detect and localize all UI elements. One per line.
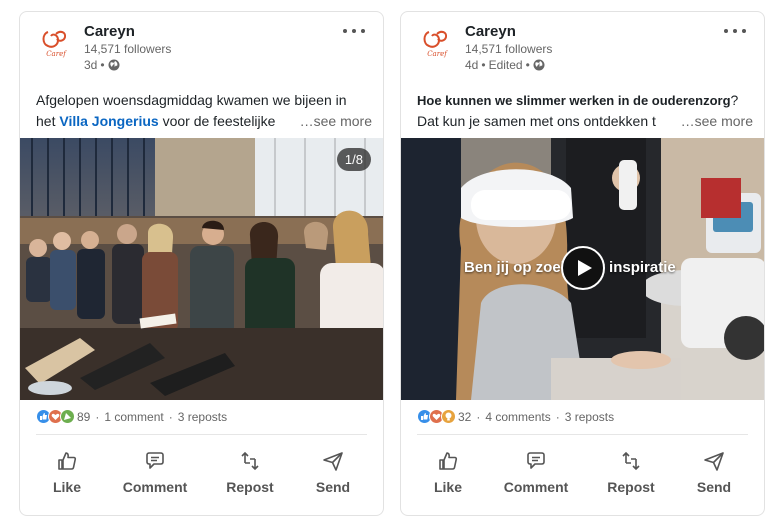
image-counter: 1/8 — [336, 148, 371, 171]
event-photo — [20, 138, 383, 400]
play-button[interactable] — [561, 246, 605, 290]
send-button[interactable]: Send — [290, 444, 376, 504]
divider — [36, 434, 367, 435]
send-button[interactable]: Send — [671, 444, 757, 504]
send-icon — [704, 452, 724, 471]
see-more-button[interactable]: …see more — [674, 111, 753, 132]
repost-label: Repost — [607, 479, 655, 495]
post-text-bold: Hoe kunnen we slimmer werken in de ouder… — [417, 93, 731, 108]
social-counts: 89 · 1 comment · 3 reposts — [36, 409, 227, 424]
post-text-line: Afgelopen woensdagmiddag kwamen we bijee… — [36, 92, 347, 108]
like-icon — [439, 452, 458, 470]
social-counts: 32 · 4 comments · 3 reposts — [417, 409, 614, 424]
see-more-button[interactable]: …see more — [293, 111, 372, 132]
author-name[interactable]: Careyn — [465, 23, 516, 40]
location-link[interactable]: Villa Jongerius — [59, 113, 158, 129]
reaction-icons[interactable] — [417, 409, 456, 424]
post-card: Caref Careyn 14,571 followers 3d • Afgel… — [19, 11, 384, 516]
repost-count[interactable]: 3 reposts — [565, 410, 614, 424]
careyn-logo[interactable]: Caref — [38, 24, 74, 60]
repost-icon — [622, 451, 640, 471]
more-options-icon[interactable] — [724, 24, 746, 38]
post-header: Caref Careyn 14,571 followers 4d • Edite… — [401, 12, 764, 82]
action-bar: Like Comment Repost Send — [20, 444, 383, 504]
post-time: 3d — [84, 58, 98, 72]
edited-label: Edited — [488, 58, 523, 72]
like-label: Like — [433, 479, 462, 495]
repost-button[interactable]: Repost — [207, 444, 293, 504]
post-text-segment: voor de feestelijke — [158, 113, 276, 129]
post-card: Caref Careyn 14,571 followers 4d • Edite… — [400, 11, 765, 516]
careyn-logo[interactable]: Caref — [419, 24, 455, 60]
comment-icon — [146, 452, 164, 469]
repost-icon — [241, 451, 259, 471]
comment-label: Comment — [503, 479, 569, 495]
globe-icon — [108, 59, 120, 71]
send-label: Send — [696, 479, 732, 495]
repost-button[interactable]: Repost — [588, 444, 674, 504]
post-time: 4d — [465, 58, 479, 72]
post-meta: 4d • Edited • — [465, 58, 545, 72]
more-options-icon[interactable] — [343, 24, 365, 38]
celebrate-reaction-icon — [60, 409, 75, 424]
reaction-count[interactable]: 89 — [77, 410, 90, 424]
svg-text:Caref: Caref — [46, 50, 67, 58]
post-text-segment: ? — [730, 92, 739, 108]
play-icon — [578, 260, 592, 276]
insightful-reaction-icon — [441, 409, 456, 424]
action-bar: Like Comment Repost Send — [401, 444, 764, 504]
svg-text:Caref: Caref — [427, 50, 448, 58]
comment-count[interactable]: 4 comments — [485, 410, 550, 424]
repost-count[interactable]: 3 reposts — [178, 410, 227, 424]
comment-icon — [527, 452, 545, 469]
comment-label: Comment — [122, 479, 188, 495]
like-button[interactable]: Like — [24, 444, 110, 504]
post-video[interactable]: Ben jij op zoek naar inspiratie — [401, 138, 764, 400]
send-icon — [323, 452, 343, 471]
follower-count: 14,571 followers — [465, 42, 553, 56]
repost-label: Repost — [226, 479, 274, 495]
like-label: Like — [52, 479, 81, 495]
like-button[interactable]: Like — [405, 444, 491, 504]
divider — [417, 434, 748, 435]
reaction-icons[interactable] — [36, 409, 75, 424]
reaction-count[interactable]: 32 — [458, 410, 471, 424]
post-meta: 3d • — [84, 58, 120, 72]
like-icon — [58, 452, 77, 470]
post-image[interactable]: 1/8 — [20, 138, 383, 400]
post-text-line: Hoe kunnen we slimmer werken in de ouder… — [417, 90, 753, 111]
send-label: Send — [315, 479, 351, 495]
follower-count: 14,571 followers — [84, 42, 172, 56]
comment-button[interactable]: Comment — [493, 444, 579, 504]
comment-button[interactable]: Comment — [112, 444, 198, 504]
post-text: Hoe kunnen we slimmer werken in de ouder… — [417, 90, 753, 132]
globe-icon — [533, 59, 545, 71]
author-name[interactable]: Careyn — [84, 23, 135, 40]
post-text: Afgelopen woensdagmiddag kwamen we bijee… — [36, 90, 372, 132]
post-text-segment: het — [36, 113, 60, 129]
comment-count[interactable]: 1 comment — [104, 410, 163, 424]
post-header: Caref Careyn 14,571 followers 3d • — [20, 12, 383, 82]
